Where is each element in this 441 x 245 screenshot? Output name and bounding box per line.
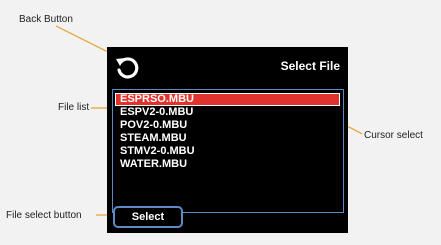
screen-title: Select File: [280, 59, 340, 73]
file-list-item[interactable]: ESPV2-0.MBU: [116, 106, 340, 119]
callout-cursor-select: Cursor select: [364, 130, 423, 141]
file-list-item-selected[interactable]: ESPRSO.MBU: [115, 93, 340, 106]
file-list-item[interactable]: POV2-0.MBU: [116, 119, 340, 132]
file-list: ESPRSO.MBU ESPV2-0.MBU POV2-0.MBU STEAM.…: [112, 89, 344, 213]
callout-file-select-button: File select button: [6, 210, 82, 221]
rotate-ccw-arrow-icon: [116, 57, 139, 79]
device-screen: Select File ESPRSO.MBU ESPV2-0.MBU POV2-…: [107, 47, 348, 233]
file-list-item[interactable]: STEAM.MBU: [116, 132, 340, 145]
callout-file-list: File list: [58, 102, 90, 113]
back-button[interactable]: [113, 53, 141, 81]
file-list-item[interactable]: STMV2-0.MBU: [116, 145, 340, 158]
file-select-button[interactable]: Select: [113, 206, 183, 228]
callout-back-button: Back Button: [19, 14, 73, 25]
file-list-item[interactable]: WATER.MBU: [116, 158, 340, 171]
